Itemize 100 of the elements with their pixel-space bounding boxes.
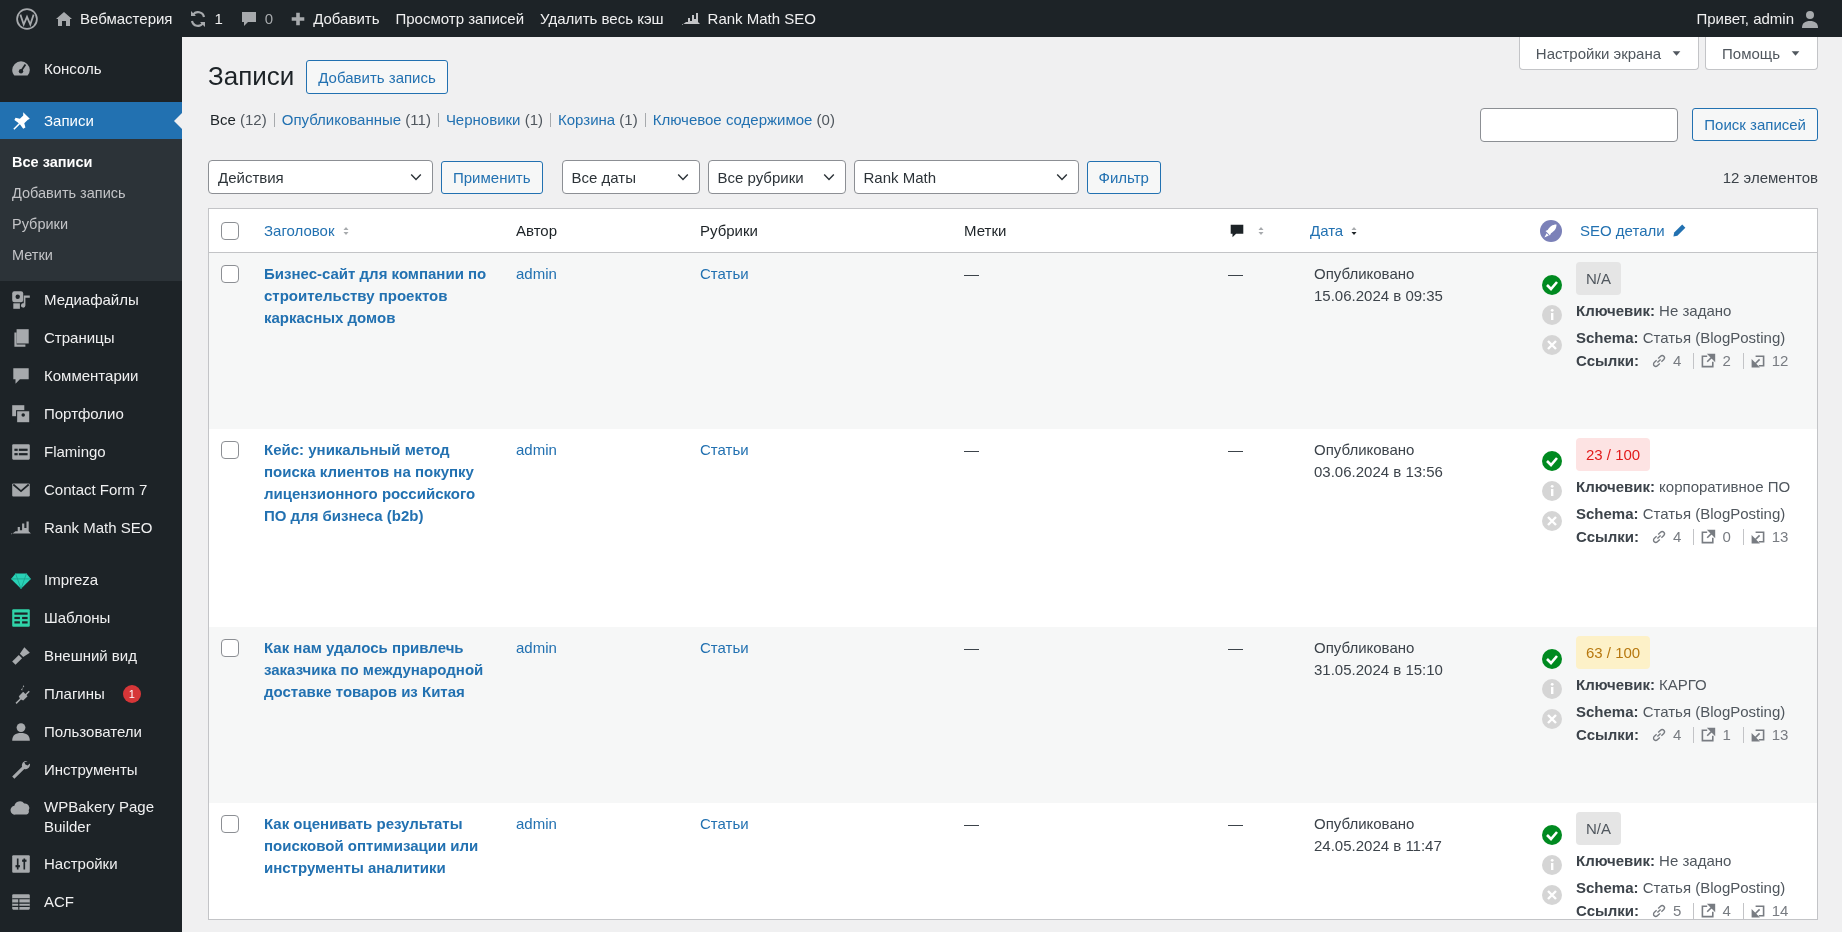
incoming-link-icon [1749, 528, 1766, 545]
column-sort-link[interactable]: Дата [1310, 222, 1344, 239]
submenu-item[interactable]: Метки [0, 240, 182, 271]
dropdown[interactable]: Все даты [561, 160, 700, 194]
link-count: 1 [1722, 728, 1731, 741]
author-link[interactable]: admin [516, 815, 557, 832]
select-all-checkbox[interactable] [221, 221, 239, 240]
status-filter-link[interactable]: Все (12) [208, 111, 274, 128]
menu-item[interactable]: Flamingo [0, 433, 182, 471]
menu-item[interactable]: Портфолио [0, 395, 182, 433]
search-button[interactable]: Поиск записей [1692, 108, 1818, 141]
seo-score-badge: 63 / 100 [1576, 636, 1651, 669]
status-filter-link[interactable]: Опубликованные (11) [273, 112, 438, 127]
info-icon [1542, 305, 1562, 325]
menu-item[interactable]: Rank Math SEO [0, 509, 182, 547]
new-content-link[interactable]: Добавить [281, 0, 388, 37]
submenu-item[interactable]: Добавить запись [0, 178, 182, 209]
column-header: Автор [516, 222, 558, 239]
external-link-icon [1700, 902, 1717, 919]
screen-tab-button[interactable]: Помощь [1705, 37, 1818, 70]
link-count: 13 [1771, 530, 1789, 543]
link-count: 14 [1771, 904, 1789, 917]
toolbar-link[interactable]: Удалить весь кэш [532, 0, 672, 37]
post-title-link[interactable]: Бизнес-сайт для компании по строительству проектов каркасных домов [264, 263, 500, 329]
post-title-link[interactable]: Как нам удалось привлечь заказчика по международной доставке товаров из Китая [264, 637, 500, 703]
menu-item[interactable]: Пользователи [0, 713, 182, 751]
close-circle-icon [1542, 335, 1562, 355]
portfolio-icon [10, 403, 32, 425]
brush-icon [10, 645, 32, 667]
site-link[interactable]: Вебмастерия [46, 0, 181, 37]
menu-item[interactable]: ACF [0, 883, 182, 921]
list-icon [10, 441, 32, 463]
category-link[interactable]: Статьи [700, 815, 749, 832]
menu-item[interactable]: WPBakery Page Builder [0, 789, 182, 845]
tags-cell: — [964, 265, 979, 282]
apply-button[interactable]: Применить [441, 160, 543, 194]
sliders-icon [10, 853, 32, 875]
menu-item[interactable]: Плагины 1 [0, 675, 182, 713]
row-checkbox[interactable] [221, 815, 239, 833]
focus-keyword: Ключевик: корпоративное ПО [1576, 477, 1792, 497]
incoming-link-icon [1749, 726, 1766, 743]
dropdown[interactable]: Действия [208, 160, 433, 194]
column-sort-link[interactable]: Заголовок [264, 222, 335, 239]
link-count: 5 [1673, 902, 1682, 919]
menu-item[interactable]: Записи [0, 102, 182, 139]
menu-item[interactable]: Impreza [0, 561, 182, 599]
check-circle-icon [1542, 451, 1562, 471]
add-post-button[interactable]: Добавить запись [306, 60, 448, 94]
menu-item[interactable]: Инструменты [0, 751, 182, 789]
seo-score-badge: 23 / 100 [1576, 438, 1651, 471]
link-count: 4 [1673, 352, 1682, 369]
updates-link[interactable]: 1 [180, 0, 231, 37]
row-checkbox[interactable] [221, 265, 239, 283]
menu-item[interactable]: Медиафайлы [0, 281, 182, 319]
comments-link[interactable]: 0 [230, 0, 282, 37]
submenu-item[interactable]: Рубрики [0, 209, 182, 240]
schema-type: Schema: Статья (BlogPosting) [1576, 878, 1787, 898]
filter-button[interactable]: Фильтр [1086, 160, 1161, 194]
focus-keyword: Ключевик: Не задано [1576, 851, 1733, 871]
external-link-icon [1700, 528, 1717, 545]
category-link[interactable]: Статьи [700, 265, 749, 282]
account-link[interactable]: Привет, admin [1688, 0, 1828, 37]
dropdown[interactable]: Rank Math [853, 160, 1079, 194]
dropdown[interactable]: Все рубрики [707, 160, 846, 194]
table-icon [10, 891, 32, 913]
category-link[interactable]: Статьи [700, 441, 749, 458]
toolbar-link[interactable]: Просмотр записей [387, 0, 533, 37]
menu-item[interactable]: Консоль [0, 50, 182, 88]
search-field[interactable] [1480, 108, 1679, 142]
comments-cell: — [1228, 639, 1243, 656]
submenu-item[interactable]: Все записи [0, 147, 182, 178]
post-date: 24.05.2024 в 11:47 [1314, 836, 1443, 856]
comments-cell: — [1228, 265, 1243, 282]
row-checkbox[interactable] [221, 639, 239, 657]
plugin-link[interactable]: Rank Math SEO [671, 0, 824, 37]
author-link[interactable]: admin [516, 639, 557, 656]
post-date: 31.05.2024 в 15:10 [1314, 660, 1444, 680]
link-icon [1651, 528, 1668, 545]
screen-tab-button[interactable]: Настройки экрана [1518, 37, 1700, 70]
post-title-link[interactable]: Как оценивать результаты поисковой оптимизации или инструменты аналитики [264, 813, 500, 879]
author-link[interactable]: admin [516, 265, 557, 282]
link-count: 13 [1771, 728, 1789, 741]
status-filter-link[interactable]: Черновики (1) [437, 112, 550, 127]
author-link[interactable]: admin [516, 441, 557, 458]
link-count: 0 [1722, 530, 1731, 543]
menu-item[interactable]: Contact Form 7 [0, 471, 182, 509]
menu-item[interactable]: Настройки [0, 845, 182, 883]
menu-item[interactable]: Комментарии [0, 357, 182, 395]
seo-score-badge: N/A [1576, 262, 1621, 295]
menu-item[interactable]: Внешний вид [0, 637, 182, 675]
status-filter-link[interactable]: Корзина (1) [550, 112, 645, 127]
row-checkbox[interactable] [221, 441, 239, 459]
category-link[interactable]: Статьи [700, 639, 749, 656]
status-filter-link[interactable]: Ключевое содержимое (0) [644, 112, 842, 127]
column-header-link[interactable]: SEO детали [1580, 222, 1665, 239]
link-count: 4 [1673, 528, 1682, 545]
menu-item[interactable]: Страницы [0, 319, 182, 357]
post-title-link[interactable]: Кейс: уникальный метод поиска клиентов на покупку лицензионного российского ПО для бизнеса (b2b) [264, 439, 500, 527]
menu-item[interactable]: Шаблоны [0, 599, 182, 637]
links-label: Ссылки: [1576, 352, 1640, 369]
